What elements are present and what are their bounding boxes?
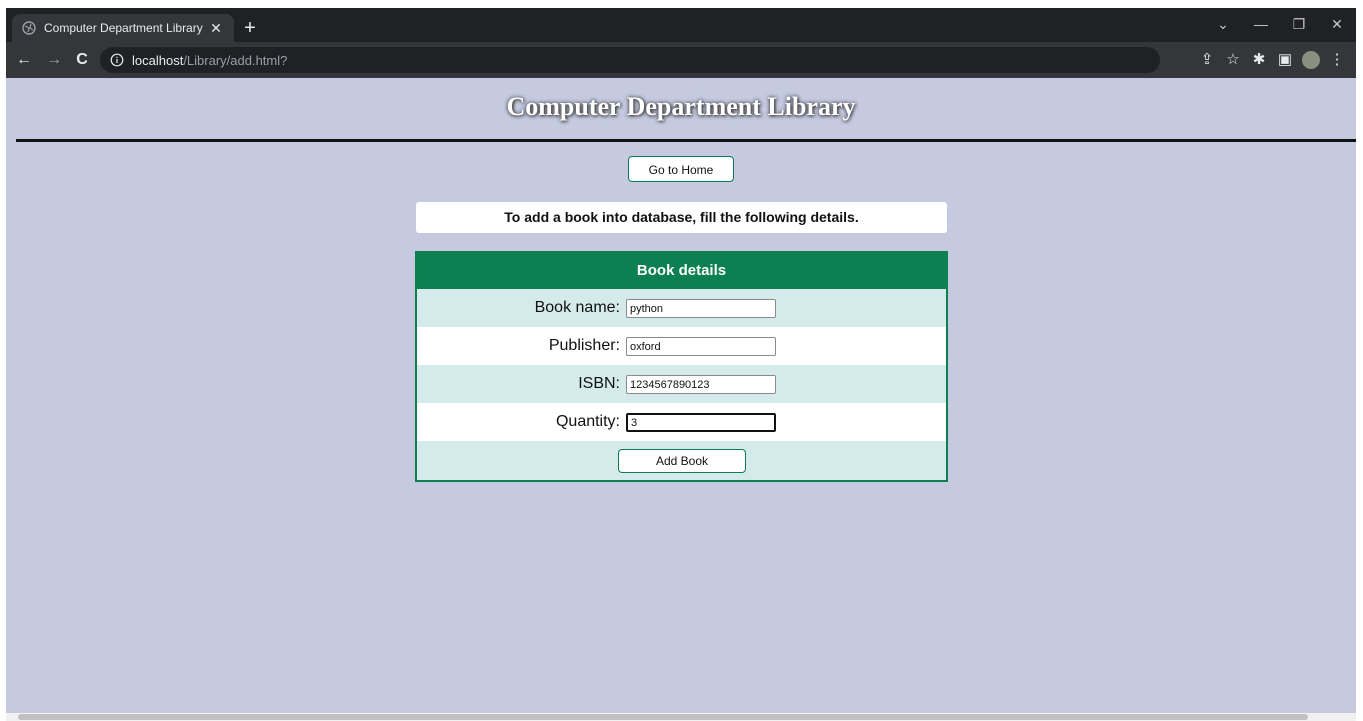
- browser-window: Computer Department Library ✕ + ⌄ — ❐ ✕ …: [6, 8, 1356, 721]
- quantity-input[interactable]: [626, 413, 776, 432]
- tab-close-icon[interactable]: ✕: [208, 20, 224, 36]
- instructions-notice: To add a book into database, fill the fo…: [416, 202, 947, 233]
- minimize-button[interactable]: —: [1242, 8, 1280, 42]
- form-row-publisher: Publisher:: [417, 327, 946, 365]
- reload-icon[interactable]: C: [70, 48, 94, 72]
- publisher-input[interactable]: [626, 337, 776, 356]
- side-panel-icon[interactable]: ▣: [1272, 48, 1298, 72]
- form-row-book-name: Book name:: [417, 289, 946, 327]
- tab-strip: Computer Department Library ✕ + ⌄ — ❐ ✕: [6, 8, 1356, 42]
- quantity-label: Quantity:: [555, 413, 620, 430]
- form-row-isbn: ISBN:: [417, 365, 946, 403]
- share-icon[interactable]: ⇪: [1194, 48, 1220, 72]
- isbn-input[interactable]: [626, 375, 776, 394]
- tab-search-icon[interactable]: ⌄: [1204, 8, 1242, 42]
- form-row-submit: Add Book: [417, 441, 946, 481]
- globe-icon: [22, 21, 36, 35]
- url-host: localhost: [132, 52, 184, 68]
- restore-button[interactable]: ❐: [1280, 8, 1318, 42]
- bookmark-star-icon[interactable]: ☆: [1220, 48, 1246, 72]
- toolbar-icons: ⇪ ☆ ✱ ▣ ⋮: [1194, 48, 1350, 72]
- go-to-home-button[interactable]: Go to Home: [628, 156, 734, 182]
- menu-kebab-icon[interactable]: ⋮: [1324, 48, 1350, 72]
- isbn-label: ISBN:: [578, 375, 620, 392]
- form-heading: Book details: [417, 253, 946, 289]
- header-divider: [16, 139, 1356, 142]
- tab-title: Computer Department Library: [44, 21, 203, 35]
- back-arrow-icon[interactable]: ←: [12, 48, 36, 72]
- horizontal-scrollbar[interactable]: [6, 713, 1356, 721]
- add-book-button[interactable]: Add Book: [618, 449, 746, 473]
- new-tab-button[interactable]: +: [238, 16, 262, 40]
- book-name-label: Book name:: [534, 299, 620, 316]
- book-details-form: Book details Book name: Publisher: ISBN:…: [415, 251, 948, 482]
- address-bar[interactable]: localhost/Library/add.html?: [100, 47, 1160, 73]
- book-name-input[interactable]: [626, 299, 776, 318]
- browser-tab[interactable]: Computer Department Library ✕: [12, 14, 234, 42]
- scrollbar-thumb[interactable]: [18, 714, 1308, 720]
- close-window-button[interactable]: ✕: [1318, 8, 1356, 42]
- extensions-puzzle-icon[interactable]: ✱: [1246, 48, 1272, 72]
- browser-toolbar: ← → C localhost/Library/add.html? ⇪ ☆ ✱ …: [6, 42, 1356, 78]
- page-title: Computer Department Library: [506, 92, 856, 121]
- forward-arrow-icon[interactable]: →: [42, 48, 66, 72]
- info-icon[interactable]: [110, 53, 124, 67]
- publisher-label: Publisher:: [548, 337, 620, 354]
- form-row-quantity: Quantity:: [417, 403, 946, 441]
- profile-avatar[interactable]: [1302, 51, 1320, 69]
- page-content: Computer Department Library Go to Home T…: [6, 78, 1356, 721]
- url-path: /Library/add.html?: [183, 52, 288, 68]
- window-controls: ⌄ — ❐ ✕: [1204, 8, 1356, 42]
